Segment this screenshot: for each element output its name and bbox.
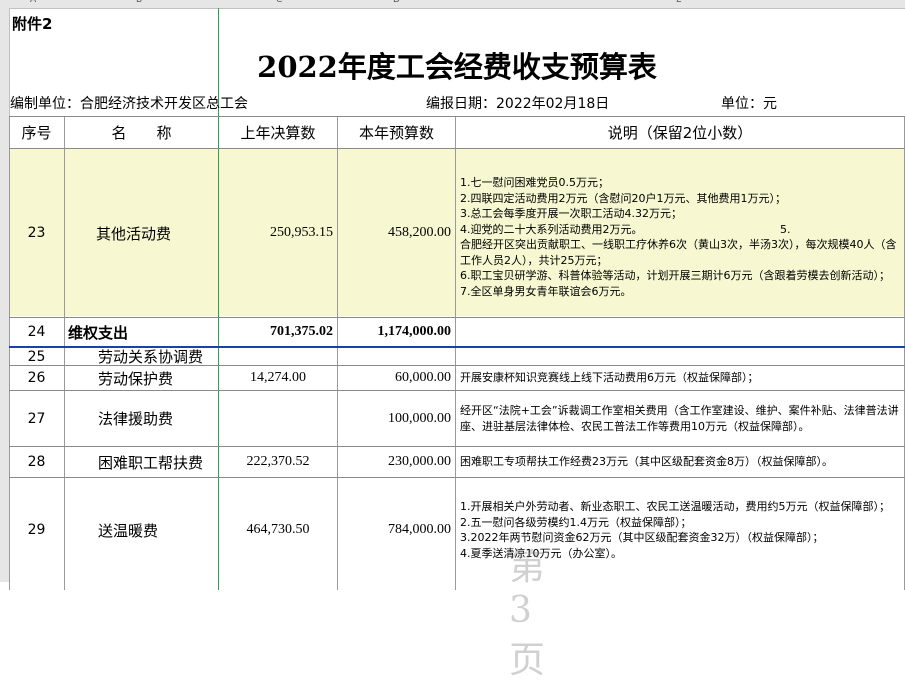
header-last-year[interactable]: 上年决算数 — [219, 117, 337, 148]
row-28-this[interactable]: 230,000.00 — [338, 447, 455, 477]
sheet-title[interactable]: 2022年度工会经费收支预算表 — [9, 40, 905, 90]
header-name[interactable]: 名 称 — [65, 117, 218, 148]
row-25-this[interactable] — [338, 348, 455, 365]
row-26-name[interactable]: 劳动保护费 — [95, 366, 218, 390]
row-29-seq[interactable]: 29 — [9, 478, 64, 582]
row-24-this[interactable]: 1,174,000.00 — [338, 318, 455, 346]
row-28-last[interactable]: 222,370.52 — [219, 447, 337, 477]
row-23-note-text: 1.七一慰问困难党员0.5万元； 2.四联四定活动费用2万元（含慰问20户1万元… — [460, 176, 897, 298]
header-note[interactable]: 说明（保留2位小数） — [456, 117, 904, 148]
row-28-seq[interactable]: 28 — [9, 447, 64, 477]
org-label[interactable]: 编制单位：合肥经济技术开发区总工会 — [7, 92, 427, 114]
report-date[interactable]: 编报日期：2022年02月18日 — [423, 92, 683, 114]
row-26-last[interactable]: 14,274.00 — [219, 366, 337, 390]
row-26-this[interactable]: 60,000.00 — [338, 366, 455, 390]
row-23-seq[interactable]: 23 — [9, 149, 64, 317]
row-28-name[interactable]: 困难职工帮扶费 — [95, 447, 218, 477]
row-27-name[interactable]: 法律援助费 — [95, 391, 218, 446]
row-27-this[interactable]: 100,000.00 — [338, 391, 455, 446]
row-26-note-text: 开展安康杯知识竞赛线上线下活动费用6万元（权益保障部）； — [460, 371, 759, 385]
column-header-c[interactable]: C — [276, 0, 282, 5]
column-header-e[interactable]: E — [676, 0, 682, 5]
row-27-seq[interactable]: 27 — [9, 391, 64, 446]
row-23-last[interactable]: 250,953.15 — [219, 149, 337, 317]
row-29-this[interactable]: 784,000.00 — [338, 478, 455, 582]
unit-label[interactable]: 单位：元 — [718, 92, 838, 114]
row-25-name[interactable]: 劳动关系协调费 — [95, 348, 218, 365]
header-seq[interactable]: 序号 — [9, 117, 64, 148]
row-23-name[interactable]: 其他活动费 — [93, 149, 218, 317]
row-26-note[interactable]: 开展安康杯知识竞赛线上线下活动费用6万元（权益保障部）； — [456, 366, 904, 390]
row-25-seq[interactable]: 25 — [9, 348, 64, 365]
page-watermark: 第3页 — [509, 547, 552, 681]
row-28-note[interactable]: 困难职工专项帮扶工作经费23万元（其中区级配套资金8万）（权益保障部）。 — [456, 447, 904, 477]
row-26-seq[interactable]: 26 — [9, 366, 64, 390]
column-header-bar: A B C D E — [0, 0, 905, 9]
grid-line — [64, 116, 65, 590]
row-24-name[interactable]: 维权支出 — [65, 318, 218, 346]
row-28-note-text: 困难职工专项帮扶工作经费23万元（其中区级配套资金8万）（权益保障部）。 — [460, 455, 833, 469]
row-23-note[interactable]: 1.七一慰问困难党员0.5万元； 2.四联四定活动费用2万元（含慰问20户1万元… — [456, 159, 904, 315]
column-header-d[interactable]: D — [393, 0, 400, 5]
header-this-year[interactable]: 本年预算数 — [338, 117, 455, 148]
attachment-label[interactable]: 附件2 — [9, 12, 129, 34]
row-27-note[interactable]: 经开区“法院+工会”诉裁调工作室相关费用（含工作室建设、维护、案件补贴、法律普法… — [456, 391, 904, 446]
row-25-last[interactable] — [219, 348, 337, 365]
row-29-name[interactable]: 送温暖费 — [95, 478, 218, 582]
column-header-b[interactable]: B — [136, 0, 142, 5]
row-24-last[interactable]: 701,375.02 — [219, 318, 337, 346]
column-header-a[interactable]: A — [30, 0, 36, 5]
row-24-note[interactable] — [456, 318, 904, 346]
row-27-note-text: 经开区“法院+工会”诉裁调工作室相关费用（含工作室建设、维护、案件补贴、法律普法… — [460, 404, 899, 433]
row-29-last[interactable]: 464,730.50 — [219, 478, 337, 582]
row-24-seq[interactable]: 24 — [9, 318, 64, 346]
row-23-this[interactable]: 458,200.00 — [338, 149, 455, 317]
row-25-note[interactable] — [456, 348, 904, 365]
row-27-last[interactable] — [219, 391, 337, 446]
